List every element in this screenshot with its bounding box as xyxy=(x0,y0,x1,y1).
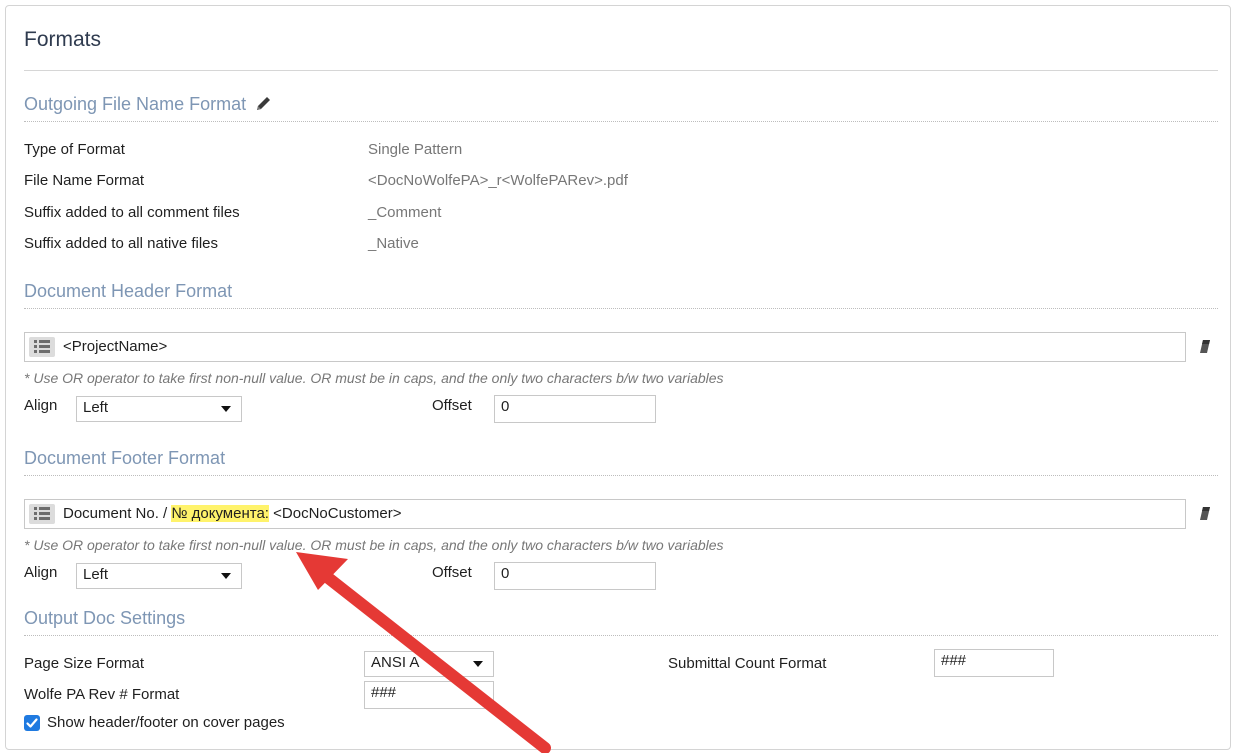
red-arrow-annotation xyxy=(296,552,551,753)
